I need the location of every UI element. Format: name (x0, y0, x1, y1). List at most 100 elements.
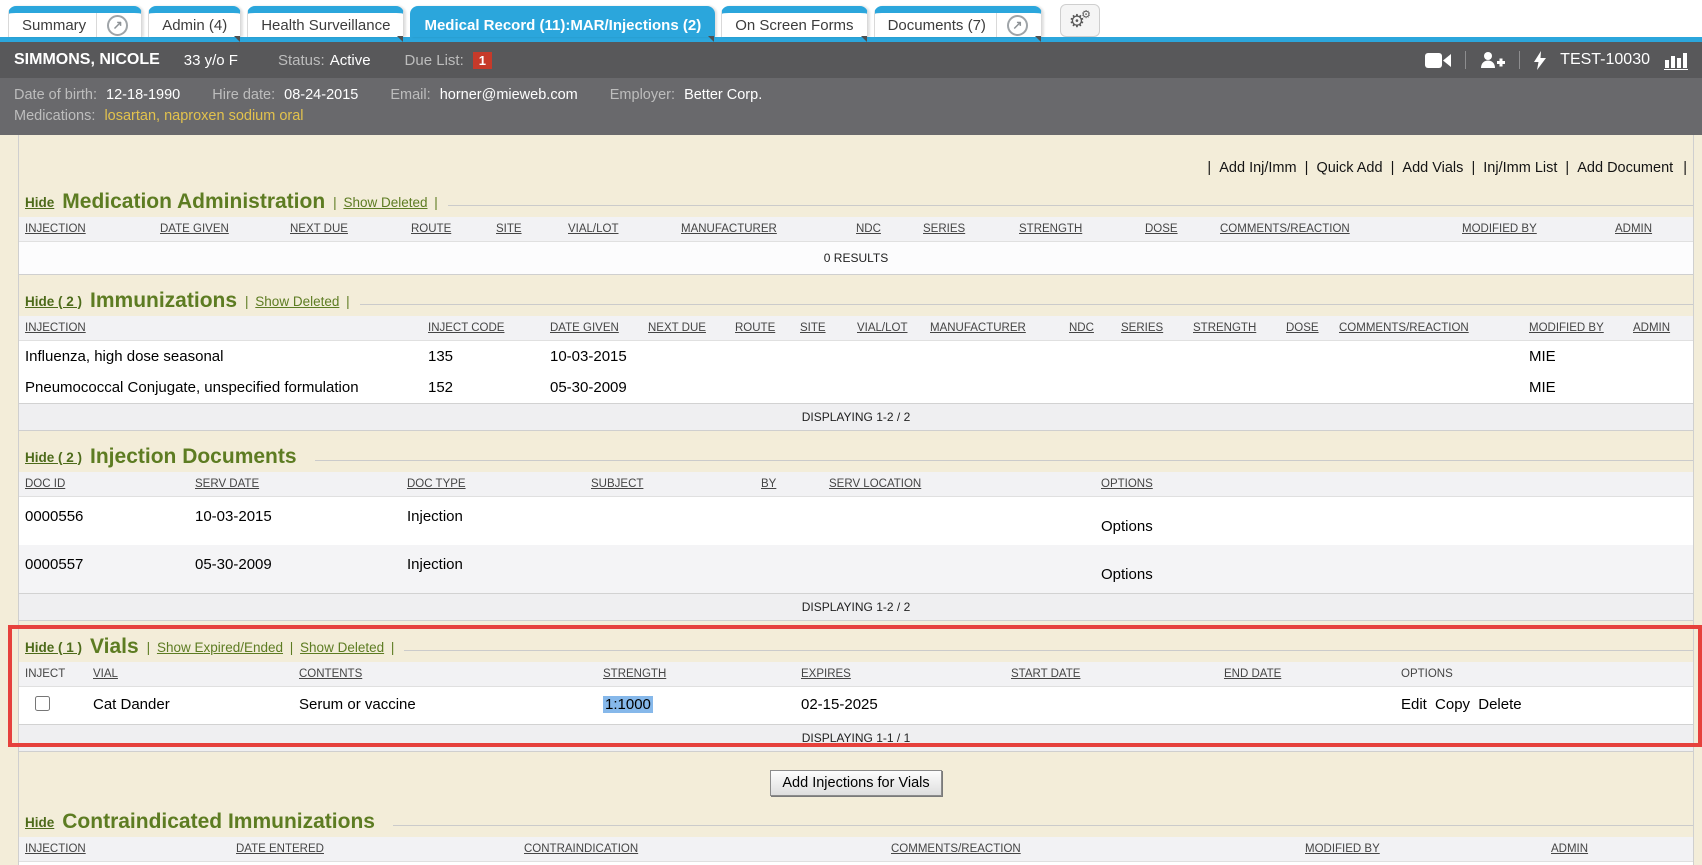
col-contents[interactable]: CONTENTS (293, 662, 597, 687)
lightning-bolt-icon[interactable] (1534, 51, 1546, 70)
col-vial[interactable]: VIAL (87, 662, 293, 687)
col-date-entered[interactable]: DATE ENTERED (230, 837, 518, 862)
hide-link[interactable]: Hide (25, 195, 54, 210)
video-camera-icon[interactable] (1425, 52, 1451, 69)
col-admin[interactable]: ADMIN (1545, 837, 1693, 862)
col-ndc[interactable]: NDC (1063, 316, 1115, 341)
col-dose[interactable]: DOSE (1280, 316, 1333, 341)
col-date-given[interactable]: DATE GIVEN (544, 316, 642, 341)
col-injection[interactable]: INJECTION (19, 316, 422, 341)
add-document-link[interactable]: Add Document (1565, 160, 1673, 176)
quick-add-link[interactable]: Quick Add (1305, 160, 1383, 176)
col-strength[interactable]: STRENGTH (1013, 217, 1139, 242)
due-list-badge[interactable]: 1 (473, 52, 492, 69)
col-site[interactable]: SITE (490, 217, 562, 242)
section-links: | Show Deleted | (245, 294, 350, 309)
col-comments-reaction[interactable]: COMMENTS/REACTION (1214, 217, 1456, 242)
col-serv-location[interactable]: SERV LOCATION (823, 472, 1095, 497)
col-vial-lot[interactable]: VIAL/LOT (562, 217, 675, 242)
hide-link[interactable]: Hide ( 2 ) (25, 450, 82, 465)
col-inject-code[interactable]: INJECT CODE (422, 316, 544, 341)
section-injection-documents: Hide ( 2 ) Injection Documents DOC ID SE… (19, 445, 1693, 621)
vial-expires: 02-15-2025 (795, 687, 1005, 725)
col-manufacturer[interactable]: MANUFACTURER (675, 217, 850, 242)
col-date-given[interactable]: DATE GIVEN (154, 217, 284, 242)
copy-link[interactable]: Copy (1435, 696, 1470, 713)
hide-link[interactable]: Hide ( 2 ) (25, 294, 82, 309)
medications-label: Medications: (14, 108, 95, 124)
col-admin[interactable]: ADMIN (1627, 316, 1693, 341)
add-inj-imm-link[interactable]: Add Inj/Imm (1207, 160, 1296, 176)
col-next-due[interactable]: NEXT DUE (642, 316, 729, 341)
col-expires[interactable]: EXPIRES (795, 662, 1005, 687)
col-end-date[interactable]: END DATE (1218, 662, 1395, 687)
col-subject[interactable]: SUBJECT (585, 472, 755, 497)
col-injection[interactable]: INJECTION (19, 837, 230, 862)
col-contraindication[interactable]: CONTRAINDICATION (518, 837, 885, 862)
tab-documents[interactable]: Documents (7) ↗ (874, 6, 1042, 37)
section-title: Medication Administration (62, 190, 325, 214)
col-modified-by[interactable]: MODIFIED BY (1299, 837, 1545, 862)
col-next-due[interactable]: NEXT DUE (284, 217, 405, 242)
options-link[interactable]: Options (1095, 545, 1693, 594)
col-injection[interactable]: INJECTION (19, 217, 154, 242)
show-expired-ended-link[interactable]: Show Expired/Ended (157, 640, 283, 655)
tab-summary[interactable]: Summary ↗ (8, 6, 142, 37)
settings-gear-button[interactable]: ⚙ ⚙ (1060, 4, 1100, 37)
col-modified-by[interactable]: MODIFIED BY (1523, 316, 1627, 341)
section-header: Hide ( 2 ) Injection Documents (19, 445, 1693, 472)
options-link[interactable]: Options (1095, 497, 1693, 546)
bar-chart-icon[interactable] (1664, 51, 1688, 70)
col-doc-id[interactable]: DOC ID (19, 472, 189, 497)
col-doc-type[interactable]: DOC TYPE (401, 472, 585, 497)
col-route[interactable]: ROUTE (729, 316, 794, 341)
edit-link[interactable]: Edit (1401, 696, 1427, 713)
col-modified-by[interactable]: MODIFIED BY (1456, 217, 1609, 242)
col-options: OPTIONS (1395, 662, 1693, 687)
col-series[interactable]: SERIES (917, 217, 1013, 242)
col-ndc[interactable]: NDC (850, 217, 917, 242)
dob-value: 12-18-1990 (106, 87, 180, 103)
popout-icon[interactable]: ↗ (1007, 15, 1028, 36)
col-start-date[interactable]: START DATE (1005, 662, 1218, 687)
doc-id: 0000556 (19, 497, 189, 546)
col-comments-reaction[interactable]: COMMENTS/REACTION (885, 837, 1299, 862)
add-injections-for-vials-button[interactable]: Add Injections for Vials (770, 770, 941, 796)
table-footer: DISPLAYING 1-2 / 2 (19, 594, 1693, 621)
show-deleted-link[interactable]: Show Deleted (343, 195, 427, 210)
hide-link[interactable]: Hide (25, 815, 54, 830)
col-comments-reaction[interactable]: COMMENTS/REACTION (1333, 316, 1523, 341)
col-vial-lot[interactable]: VIAL/LOT (851, 316, 924, 341)
patient-age-sex: 33 y/o F (184, 52, 238, 69)
tab-admin[interactable]: Admin (4) (148, 6, 241, 37)
add-person-icon[interactable] (1480, 51, 1505, 69)
tab-on-screen-forms[interactable]: On Screen Forms (721, 6, 867, 37)
show-deleted-link[interactable]: Show Deleted (300, 640, 384, 655)
hide-link[interactable]: Hide ( 1 ) (25, 640, 82, 655)
col-series[interactable]: SERIES (1115, 316, 1187, 341)
delete-link[interactable]: Delete (1478, 696, 1521, 713)
tab-medical-record-label: Medical Record (11):MAR/Injections (2) (424, 17, 701, 34)
col-strength[interactable]: STRENGTH (1187, 316, 1280, 341)
inj-imm-list-link[interactable]: Inj/Imm List (1471, 160, 1557, 176)
due-list-label: Due List: (405, 52, 464, 69)
col-strength[interactable]: STRENGTH (597, 662, 795, 687)
section-header: Hide Medication Administration | Show De… (19, 190, 1693, 217)
col-route[interactable]: ROUTE (405, 217, 490, 242)
col-by[interactable]: BY (755, 472, 823, 497)
show-deleted-link[interactable]: Show Deleted (255, 294, 339, 309)
col-options[interactable]: OPTIONS (1095, 472, 1693, 497)
col-site[interactable]: SITE (794, 316, 851, 341)
inject-checkbox[interactable] (35, 696, 50, 711)
col-dose[interactable]: DOSE (1139, 217, 1214, 242)
col-manufacturer[interactable]: MANUFACTURER (924, 316, 1063, 341)
tab-health-surveillance[interactable]: Health Surveillance (247, 6, 404, 37)
col-admin[interactable]: ADMIN (1609, 217, 1693, 242)
tab-medical-record[interactable]: Medical Record (11):MAR/Injections (2) (410, 6, 715, 37)
vial-strength: 1:1000 (597, 687, 795, 725)
add-vials-link[interactable]: Add Vials (1391, 160, 1464, 176)
doc-type: Injection (401, 497, 585, 546)
medications-links[interactable]: losartan, naproxen sodium oral (104, 108, 303, 124)
col-serv-date[interactable]: SERV DATE (189, 472, 401, 497)
popout-icon[interactable]: ↗ (107, 15, 128, 36)
